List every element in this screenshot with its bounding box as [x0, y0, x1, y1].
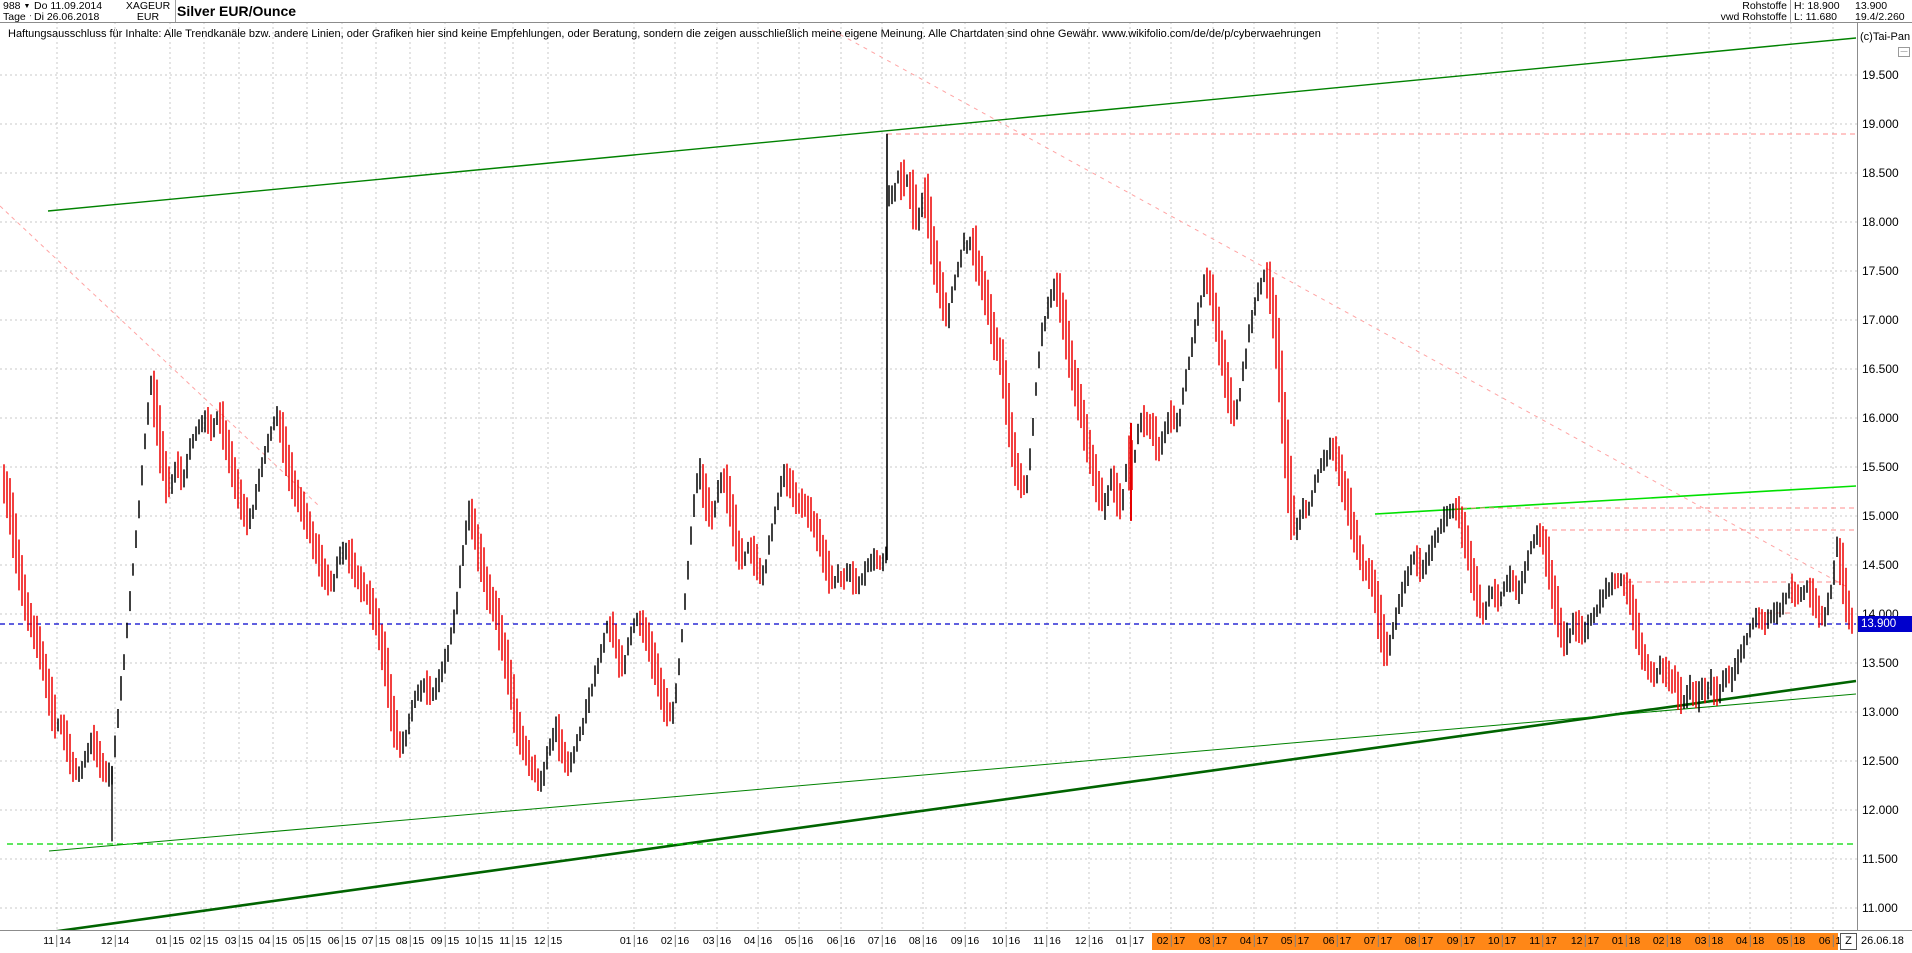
- x-axis-month-label: 03 17: [1198, 935, 1228, 947]
- x-axis-month-label: 12 15: [533, 935, 563, 947]
- x-axis-month-label: 09 16: [950, 935, 980, 947]
- header-separator: [0, 22, 1912, 23]
- x-axis-month-label: 10 16: [991, 935, 1021, 947]
- zoom-button[interactable]: Z: [1840, 933, 1857, 950]
- y-axis-tick-label: 16.000: [1862, 411, 1899, 425]
- y-axis-tick-label: 15.000: [1862, 509, 1899, 523]
- x-axis-month-label: 06 15: [327, 935, 357, 947]
- x-axis-month-label: 09 17: [1446, 935, 1476, 947]
- x-axis-month-label: 12 14: [100, 935, 130, 947]
- y-axis-line: [1857, 22, 1858, 952]
- x-axis-month-label: 04 18: [1735, 935, 1765, 947]
- x-axis-month-label: 06 17: [1322, 935, 1352, 947]
- x-axis-month-label: 05 15: [292, 935, 322, 947]
- x-axis-month-label: 05 17: [1280, 935, 1310, 947]
- x-axis-month-label: 10 17: [1487, 935, 1517, 947]
- x-axis-month-label: 08 16: [908, 935, 938, 947]
- x-axis-month-label: 04 15: [258, 935, 288, 947]
- x-axis-month-label: 02 18: [1652, 935, 1682, 947]
- x-axis-month-label: 02 15: [189, 935, 219, 947]
- x-axis-month-label: 04 16: [743, 935, 773, 947]
- y-axis-tick-label: 16.500: [1862, 362, 1899, 376]
- x-axis-month-label: 12 16: [1074, 935, 1104, 947]
- x-axis-month-label: 02 17: [1156, 935, 1186, 947]
- price-chart: [0, 22, 1857, 938]
- app-window: 988 ▼ Do 11.09.2014 XAGEUR Tage ▼ Di 26.…: [0, 0, 1912, 953]
- disclaimer-text: Haftungsausschluss für Inhalte: Alle Tre…: [8, 28, 1321, 40]
- x-axis-month-label: 08 17: [1404, 935, 1434, 947]
- last-price-badge: 13.900: [1858, 616, 1912, 632]
- y-axis-tick-label: 19.500: [1862, 68, 1899, 82]
- x-axis-month-label: 11 14: [43, 935, 71, 947]
- y-axis-tick-label: 13.500: [1862, 656, 1899, 670]
- x-axis-month-label: 01 16: [619, 935, 649, 947]
- y-axis-tick-label: 12.000: [1862, 803, 1899, 817]
- x-axis-month-label: 07 17: [1363, 935, 1393, 947]
- copyright-label: (c)Tai-Pan: [1860, 31, 1911, 43]
- collapse-icon[interactable]: —: [1898, 47, 1910, 57]
- x-axis-month-label: 03 15: [224, 935, 254, 947]
- x-axis-month-label: 07 16: [867, 935, 897, 947]
- y-axis-tick-label: 13.000: [1862, 705, 1899, 719]
- last-date-label: 26.06.18: [1861, 935, 1904, 947]
- x-axis-month-label: 11 15: [499, 935, 527, 947]
- x-axis-month-label: 01 17: [1115, 935, 1145, 947]
- y-axis-tick-label: 19.000: [1862, 117, 1899, 131]
- x-axis-month-label: 09 15: [430, 935, 460, 947]
- x-axis-month-label: 04 17: [1239, 935, 1269, 947]
- x-axis-month-label: 05 16: [784, 935, 814, 947]
- y-axis-tick-label: 18.000: [1862, 215, 1899, 229]
- y-axis-tick-label: 15.500: [1862, 460, 1899, 474]
- x-axis-month-label: 01 15: [155, 935, 185, 947]
- x-axis-bar: 11 14 12 14 01 15 02 15 03 15 04 15 05 15 06 15 07 15 08 15…: [0, 930, 1912, 953]
- page-title: Silver EUR/Ounce: [177, 3, 297, 19]
- x-axis-month-label: 12 17: [1570, 935, 1600, 947]
- y-axis-tick-label: 11.000: [1862, 901, 1898, 915]
- x-axis-month-label: 01 18: [1611, 935, 1641, 947]
- x-axis-month-label: 06 16: [826, 935, 856, 947]
- x-axis-month-label: 08 15: [395, 935, 425, 947]
- y-axis-tick-label: 14.500: [1862, 558, 1899, 572]
- x-axis-month-label: 05 18: [1776, 935, 1806, 947]
- y-axis-tick-label: 18.500: [1862, 166, 1899, 180]
- y-axis-tick-label: 17.000: [1862, 313, 1899, 327]
- x-axis-month-label: 11 17: [1529, 935, 1557, 947]
- y-axis-tick-label: 17.500: [1862, 264, 1899, 278]
- y-axis-tick-label: 12.500: [1862, 754, 1899, 768]
- chevron-down-icon: ▼: [23, 3, 31, 10]
- x-axis-month-label: 03 16: [702, 935, 732, 947]
- x-axis-month-label: 10 15: [464, 935, 494, 947]
- x-axis-month-label: 02 16: [660, 935, 690, 947]
- x-axis-month-label: 11 16: [1033, 935, 1061, 947]
- x-axis-month-label: 07 15: [361, 935, 391, 947]
- x-axis-month-label: 03 18: [1694, 935, 1724, 947]
- y-axis-tick-label: 11.500: [1862, 852, 1898, 866]
